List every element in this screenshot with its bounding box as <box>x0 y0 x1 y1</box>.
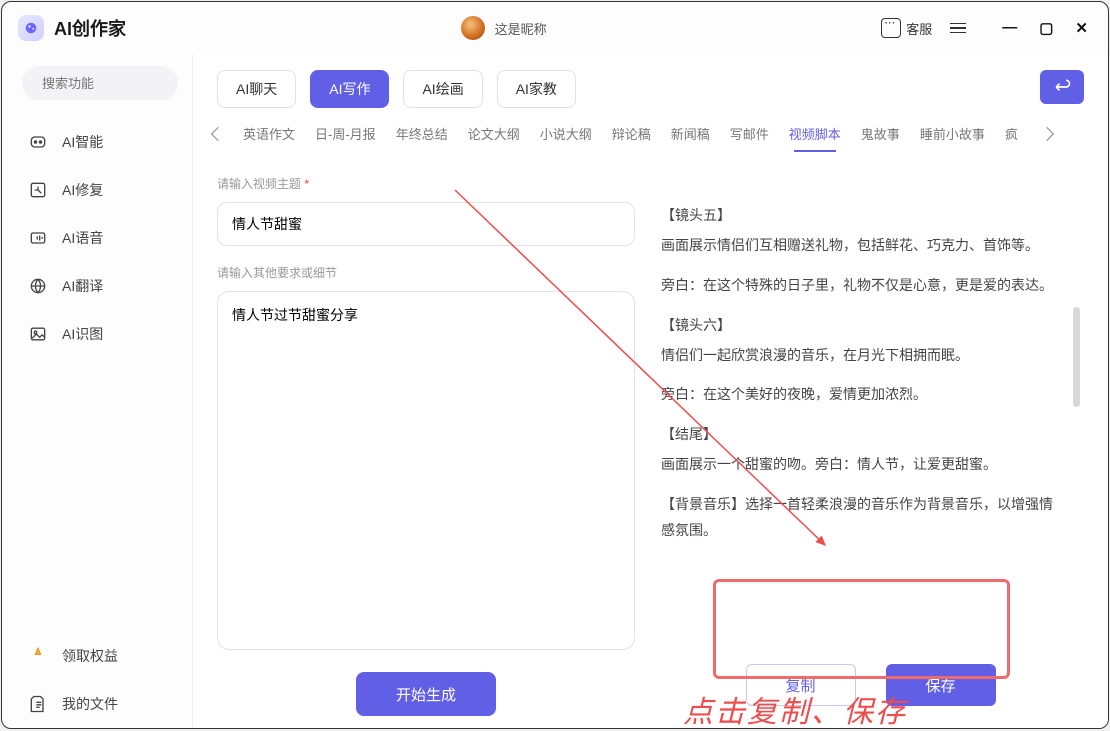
support-label: 客服 <box>906 19 932 38</box>
subnav-item-video-script[interactable]: 视频脚本 <box>789 124 841 143</box>
input-form: 请输入视频主题 * 请输入其他要求或细节 开始生成 <box>217 157 635 716</box>
sidebar-item-label: 领取权益 <box>62 646 118 666</box>
translate-icon <box>28 276 48 296</box>
sidebar: AI智能 AI修复 AI语音 AI翻译 AI识图 <box>2 54 192 728</box>
sidebar-item-label: AI智能 <box>62 132 103 152</box>
gift-icon <box>28 646 48 666</box>
subnav-item[interactable]: 新闻稿 <box>671 124 710 143</box>
sidebar-item-ai-image[interactable]: AI识图 <box>22 310 178 358</box>
sidebar-item-label: AI修复 <box>62 180 103 200</box>
subnav-item[interactable]: 辩论稿 <box>612 124 651 143</box>
subnav-item[interactable]: 年终总结 <box>396 124 448 143</box>
tab-label: AI绘画 <box>422 79 463 99</box>
mode-tabs: AI聊天 AI写作 AI绘画 AI家教 <box>217 70 576 108</box>
search-box[interactable] <box>22 66 178 100</box>
smart-icon <box>28 132 48 152</box>
menu-button[interactable] <box>950 23 966 34</box>
sidebar-item-ai-translate[interactable]: AI翻译 <box>22 262 178 310</box>
topic-label: 请输入视频主题 * <box>217 175 635 192</box>
detail-textarea[interactable] <box>217 291 635 650</box>
tab-label: AI聊天 <box>236 79 277 99</box>
output-text: 【镜头五】画面展示情侣们互相赠送礼物，包括鲜花、巧克力、首饰等。旁白：在这个特殊… <box>661 203 1080 650</box>
sidebar-item-label: AI翻译 <box>62 276 103 296</box>
sidebar-item-label: AI识图 <box>62 324 103 344</box>
scrollbar-thumb[interactable] <box>1073 307 1080 407</box>
return-icon <box>1052 77 1072 97</box>
subnav-item[interactable]: 日-周-月报 <box>315 124 376 143</box>
subnav-item[interactable]: 鬼故事 <box>861 124 900 143</box>
topic-field[interactable] <box>217 202 635 246</box>
save-button[interactable]: 保存 <box>886 664 996 706</box>
tab-ai-write[interactable]: AI写作 <box>310 70 389 108</box>
sidebar-item-ai-repair[interactable]: AI修复 <box>22 166 178 214</box>
repair-icon <box>28 180 48 200</box>
sidebar-item-rewards[interactable]: 领取权益 <box>22 632 178 680</box>
app-title: AI创作家 <box>54 15 126 41</box>
window-close[interactable]: ✕ <box>1075 19 1088 37</box>
subnav-item[interactable]: 疯 <box>1005 124 1018 143</box>
subnav-item[interactable]: 英语作文 <box>243 124 295 143</box>
topic-input[interactable] <box>232 203 620 245</box>
sidebar-item-label: AI语音 <box>62 228 103 248</box>
file-icon <box>28 694 48 714</box>
subnav-item[interactable]: 论文大纲 <box>468 124 520 143</box>
support-button[interactable]: 客服 <box>881 18 932 38</box>
image-icon <box>28 324 48 344</box>
back-button[interactable] <box>1040 70 1084 104</box>
sidebar-item-files[interactable]: 我的文件 <box>22 680 178 728</box>
window-maximize[interactable]: ▢ <box>1039 19 1053 37</box>
subnav-item[interactable]: 写邮件 <box>730 124 769 143</box>
tab-ai-chat[interactable]: AI聊天 <box>217 70 296 108</box>
sidebar-item-ai-smart[interactable]: AI智能 <box>22 118 178 166</box>
tab-label: AI写作 <box>329 79 370 99</box>
copy-button[interactable]: 复制 <box>746 664 856 706</box>
user-avatar[interactable] <box>461 16 485 40</box>
output-panel: 【镜头五】画面展示情侣们互相赠送礼物，包括鲜花、巧克力、首饰等。旁白：在这个特殊… <box>661 157 1080 716</box>
subnav-prev[interactable] <box>211 126 225 140</box>
generate-button[interactable]: 开始生成 <box>356 672 496 716</box>
main-area: AI聊天 AI写作 AI绘画 AI家教 英语作文 日-周-月报 年终总结 论文大… <box>192 54 1108 728</box>
tab-ai-tutor[interactable]: AI家教 <box>497 70 576 108</box>
subnav-item[interactable]: 小说大纲 <box>540 124 592 143</box>
sidebar-item-label: 我的文件 <box>62 694 118 714</box>
app-logo <box>18 15 44 41</box>
subnav-next[interactable] <box>1040 126 1054 140</box>
category-subnav: 英语作文 日-周-月报 年终总结 论文大纲 小说大纲 辩论稿 新闻稿 写邮件 视… <box>193 114 1108 151</box>
user-nickname: 这是昵称 <box>495 19 547 38</box>
tab-ai-paint[interactable]: AI绘画 <box>403 70 482 108</box>
voice-icon <box>28 228 48 248</box>
subnav-item[interactable]: 睡前小故事 <box>920 124 985 143</box>
chat-icon <box>881 18 901 38</box>
tab-label: AI家教 <box>516 79 557 99</box>
window-minimize[interactable]: — <box>1002 19 1017 37</box>
detail-label: 请输入其他要求或细节 <box>217 264 635 281</box>
sidebar-item-ai-voice[interactable]: AI语音 <box>22 214 178 262</box>
